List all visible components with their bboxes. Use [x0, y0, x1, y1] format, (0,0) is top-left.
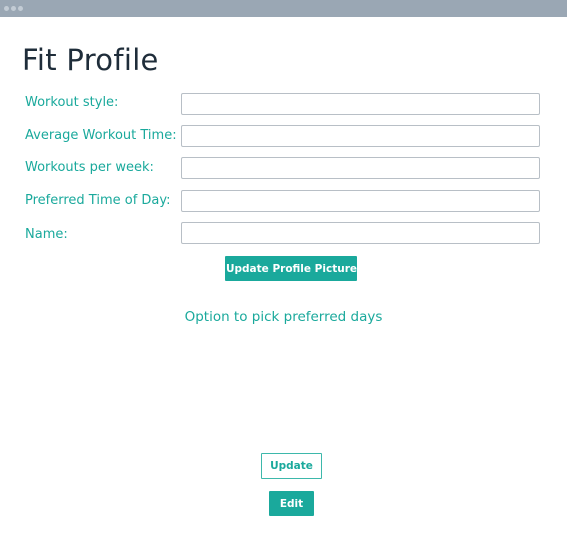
workouts-per-week-label: Workouts per week: [25, 160, 154, 175]
update-profile-picture-button[interactable]: Update Profile Picture [225, 256, 357, 281]
preferred-days-option-text: Option to pick preferred days [184, 309, 383, 325]
workout-style-label: Workout style: [25, 95, 119, 110]
workout-style-input[interactable] [181, 93, 540, 115]
name-label: Name: [25, 227, 68, 242]
average-workout-time-input[interactable] [181, 125, 540, 147]
edit-button[interactable]: Edit [269, 491, 314, 516]
update-button[interactable]: Update [261, 453, 322, 479]
window-dot-icon [4, 6, 9, 11]
average-workout-time-label: Average Workout Time: [25, 128, 177, 143]
window-dot-icon [18, 6, 23, 11]
app-window: Fit Profile Workout style: Average Worko… [0, 0, 567, 552]
preferred-time-of-day-input[interactable] [181, 190, 540, 212]
page-title: Fit Profile [22, 43, 159, 77]
preferred-time-of-day-label: Preferred Time of Day: [25, 193, 171, 208]
window-titlebar [0, 0, 567, 17]
name-input[interactable] [181, 222, 540, 244]
window-dot-icon [11, 6, 16, 11]
workouts-per-week-input[interactable] [181, 157, 540, 179]
